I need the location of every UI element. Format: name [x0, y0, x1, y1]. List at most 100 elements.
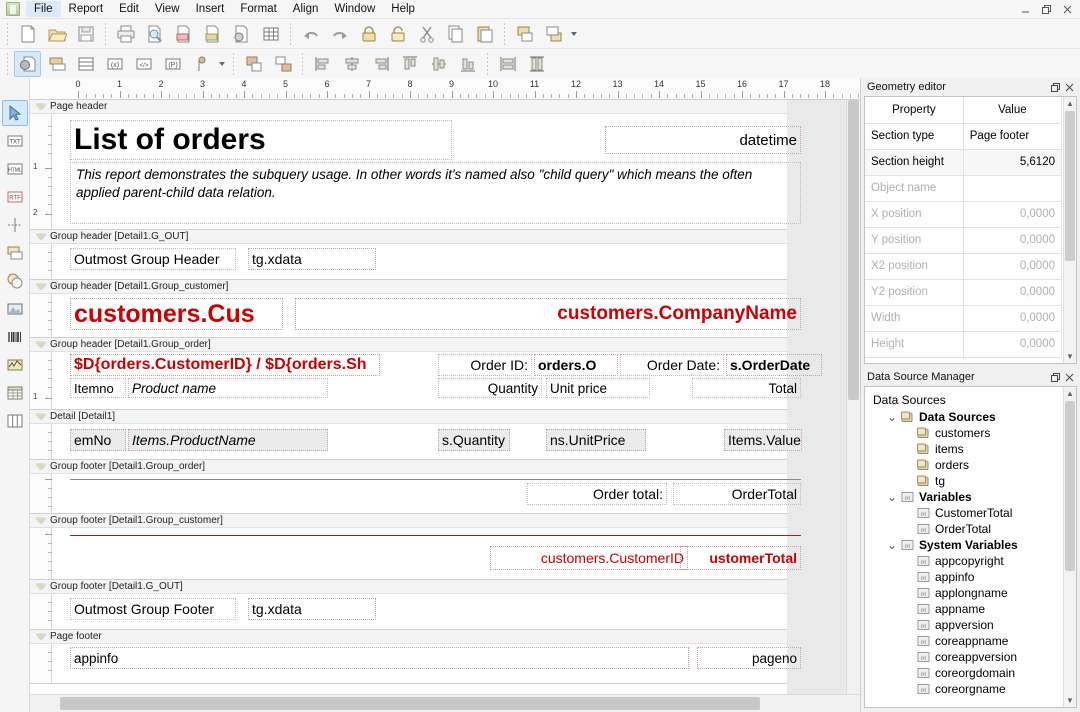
tree-item-node[interactable]: (x)CustomerTotal: [871, 505, 1074, 521]
table-row[interactable]: Section type Page footer: [865, 123, 1062, 149]
link-tool-icon[interactable]: [188, 51, 215, 77]
canvas-vertical-scrollbar[interactable]: [846, 100, 860, 694]
column-header-total[interactable]: Total: [692, 378, 801, 398]
overflow-caret-icon[interactable]: [568, 21, 580, 47]
close-icon[interactable]: [1062, 80, 1076, 94]
outmost-group-header-label[interactable]: Outmost Group Header: [70, 248, 236, 270]
section-group-header-customer[interactable]: Group header [Detail1.Group_customer] cu…: [30, 280, 787, 338]
export-csv-icon[interactable]: [199, 21, 226, 47]
minimize-icon[interactable]: [1015, 1, 1036, 18]
new-document-icon[interactable]: [14, 21, 41, 47]
band-body[interactable]: appinfo pageno: [30, 644, 787, 684]
detail-unitprice-field[interactable]: ns.UnitPrice: [546, 429, 646, 451]
band-content[interactable]: Order total: OrderTotal: [52, 474, 787, 513]
tree-item-node[interactable]: (x)OrderTotal: [871, 521, 1074, 537]
float-icon[interactable]: [1048, 370, 1062, 384]
save-icon[interactable]: [72, 21, 99, 47]
link-caret-icon[interactable]: [216, 51, 228, 77]
shape-tool-icon[interactable]: [14, 51, 41, 77]
band-content[interactable]: $D{orders.CustomerID} / $D{orders.Sh Ord…: [52, 352, 787, 409]
band-header-group-footer-order[interactable]: Group footer [Detail1.Group_order]: [30, 460, 787, 474]
pointer-tool-icon[interactable]: [2, 100, 28, 126]
unlock-icon[interactable]: [384, 21, 411, 47]
band-tool-icon[interactable]: [43, 51, 70, 77]
order-date-field[interactable]: s.OrderDate: [726, 354, 822, 376]
collapse-triangle-icon[interactable]: [36, 414, 46, 420]
chevron-down-icon[interactable]: ⌄: [885, 494, 899, 500]
band-content[interactable]: Outmost Group Footer tg.xdata: [52, 594, 787, 629]
tree-item-node[interactable]: tg: [871, 473, 1074, 489]
chart-tool-icon[interactable]: [2, 352, 28, 378]
section-detail[interactable]: Detail [Detail1] emNo Items.ProductName …: [30, 410, 787, 460]
close-icon[interactable]: [1062, 370, 1076, 384]
open-folder-icon[interactable]: [43, 21, 70, 47]
grid-tool-icon[interactable]: [2, 408, 28, 434]
lock-icon[interactable]: [355, 21, 382, 47]
ellipse-tool-icon[interactable]: [2, 268, 28, 294]
section-group-footer-order[interactable]: Group footer [Detail1.Group_order] Order…: [30, 460, 787, 514]
band-content[interactable]: List of orders datetime This report demo…: [52, 114, 787, 229]
tree-item-node[interactable]: (x)appcopyright: [871, 553, 1074, 569]
rectangle-tool-icon[interactable]: [2, 240, 28, 266]
rtf-tool-icon[interactable]: RTF: [2, 184, 28, 210]
scrollbar-thumb[interactable]: [60, 697, 760, 710]
band-content[interactable]: customers.Cus customers.CompanyName: [52, 294, 787, 337]
align-middle-v-icon[interactable]: [425, 51, 452, 77]
property-value[interactable]: Page footer: [963, 123, 1061, 149]
collapse-triangle-icon[interactable]: [36, 104, 46, 110]
variable-field-icon[interactable]: (x): [101, 51, 128, 77]
report-canvas[interactable]: 012345678910111213141516171819 Page head…: [30, 78, 860, 712]
band-header-group-header-order[interactable]: Group header [Detail1.Group_order]: [30, 338, 787, 352]
band-content[interactable]: customers.CustomerID ustomerTotal: [52, 528, 787, 579]
undo-icon[interactable]: [297, 21, 324, 47]
menu-report[interactable]: Report: [61, 1, 112, 17]
scrollbar-thumb[interactable]: [1065, 111, 1075, 261]
ungroup-icon[interactable]: [269, 51, 296, 77]
close-icon[interactable]: [1057, 1, 1078, 18]
tg-xdata-footer-field[interactable]: tg.xdata: [248, 598, 376, 620]
band-header-group-header-customer[interactable]: Group header [Detail1.Group_customer]: [30, 280, 787, 294]
tree-item-node[interactable]: (x)appinfo: [871, 569, 1074, 585]
barcode-tool-icon[interactable]: [2, 324, 28, 350]
same-width-icon[interactable]: [494, 51, 521, 77]
band-body[interactable]: 1 $D{orders.CustomerID} / $D{orders.Sh O…: [30, 352, 787, 410]
tree-item-node[interactable]: (x)appname: [871, 601, 1074, 617]
scrollbar-thumb[interactable]: [1065, 401, 1075, 571]
column-header-unitprice[interactable]: Unit price: [546, 378, 650, 398]
detail-itemno-field[interactable]: emNo: [70, 429, 126, 451]
align-left-icon[interactable]: [309, 51, 336, 77]
column-header-productname[interactable]: Product name: [128, 378, 328, 398]
same-height-icon[interactable]: [523, 51, 550, 77]
export-table-icon[interactable]: [257, 21, 284, 47]
order-total-label[interactable]: Order total:: [527, 483, 667, 505]
detail-value-field[interactable]: Items.Value: [724, 429, 802, 451]
band-header-page-footer[interactable]: Page footer: [30, 630, 787, 644]
band-body[interactable]: Outmost Group Footer tg.xdata: [30, 594, 787, 630]
canvas-horizontal-scrollbar[interactable]: [30, 694, 860, 712]
section-group-footer-gout[interactable]: Group footer [Detail1.G_OUT] Outmost Gro…: [30, 580, 787, 630]
menu-insert[interactable]: Insert: [188, 1, 233, 17]
html-field-icon[interactable]: </>: [130, 51, 157, 77]
report-sheet[interactable]: Page header 1 2: [30, 100, 860, 694]
group-icon[interactable]: [240, 51, 267, 77]
data-source-tree-body[interactable]: Data Sources ⌄Data Sourcescustomersitems…: [864, 386, 1077, 708]
table-row[interactable]: Section height 5,6120: [865, 149, 1062, 175]
collapse-triangle-icon[interactable]: [36, 284, 46, 290]
section-page-footer[interactable]: Page footer appinfo pageno: [30, 630, 787, 684]
pageno-field[interactable]: pageno: [697, 647, 801, 669]
float-icon[interactable]: [1048, 80, 1062, 94]
collapse-triangle-icon[interactable]: [36, 518, 46, 524]
align-bottom-icon[interactable]: [454, 51, 481, 77]
tree-item-node[interactable]: (x)coreorgdomain: [871, 665, 1074, 681]
datetime-field[interactable]: datetime: [605, 126, 801, 154]
band-header-detail[interactable]: Detail [Detail1]: [30, 410, 787, 424]
data-source-tree[interactable]: Data Sources ⌄Data Sourcescustomersitems…: [865, 387, 1076, 699]
band-content[interactable]: appinfo pageno: [52, 644, 787, 683]
print-preview-icon[interactable]: [141, 21, 168, 47]
order-total-field[interactable]: OrderTotal: [673, 483, 801, 505]
bring-front-icon[interactable]: [511, 21, 538, 47]
collapse-triangle-icon[interactable]: [36, 342, 46, 348]
menu-file[interactable]: File: [26, 1, 61, 17]
collapse-triangle-icon[interactable]: [36, 634, 46, 640]
band-content[interactable]: Outmost Group Header tg.xdata: [52, 244, 787, 279]
